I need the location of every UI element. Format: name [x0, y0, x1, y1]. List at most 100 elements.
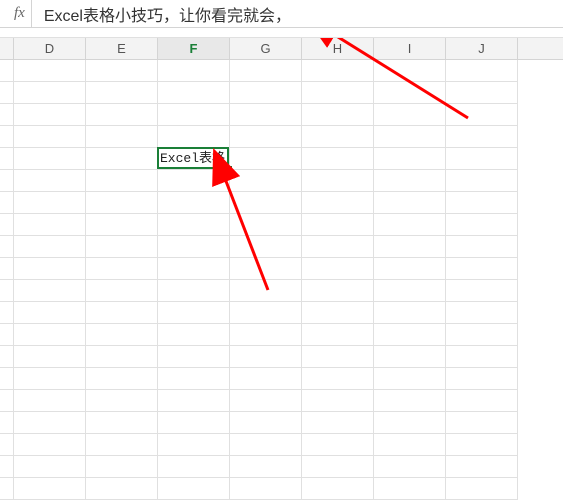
cell[interactable] — [230, 104, 302, 126]
cell[interactable] — [158, 258, 230, 280]
cell[interactable] — [86, 236, 158, 258]
cell[interactable] — [230, 434, 302, 456]
cell[interactable] — [14, 324, 86, 346]
cell[interactable] — [374, 104, 446, 126]
cell[interactable] — [158, 368, 230, 390]
cell[interactable] — [446, 324, 518, 346]
cell[interactable] — [374, 126, 446, 148]
cell[interactable]: Excel表格 — [158, 148, 230, 170]
cell[interactable] — [86, 456, 158, 478]
cell[interactable] — [86, 214, 158, 236]
cell[interactable] — [230, 214, 302, 236]
cell[interactable] — [14, 280, 86, 302]
cell[interactable] — [86, 302, 158, 324]
cell[interactable] — [86, 478, 158, 500]
cell[interactable] — [14, 390, 86, 412]
cell[interactable] — [230, 82, 302, 104]
cell[interactable] — [14, 412, 86, 434]
cell[interactable] — [374, 192, 446, 214]
cell[interactable] — [230, 280, 302, 302]
cell[interactable] — [158, 412, 230, 434]
cell[interactable] — [302, 60, 374, 82]
cell[interactable] — [158, 280, 230, 302]
cell[interactable] — [14, 478, 86, 500]
cell[interactable] — [230, 412, 302, 434]
cell[interactable] — [302, 412, 374, 434]
cell[interactable] — [230, 478, 302, 500]
cell[interactable] — [86, 390, 158, 412]
cell[interactable] — [374, 214, 446, 236]
row-head-stub[interactable] — [0, 126, 14, 148]
cell[interactable] — [302, 104, 374, 126]
cell[interactable] — [14, 236, 86, 258]
row-head-stub[interactable] — [0, 456, 14, 478]
cell[interactable] — [446, 412, 518, 434]
cell[interactable] — [230, 148, 302, 170]
cell[interactable] — [374, 236, 446, 258]
cell[interactable] — [158, 346, 230, 368]
cell[interactable] — [14, 214, 86, 236]
cell[interactable] — [374, 302, 446, 324]
cell[interactable] — [302, 214, 374, 236]
cell[interactable] — [230, 236, 302, 258]
col-header-F[interactable]: F — [158, 38, 230, 59]
cell[interactable] — [86, 324, 158, 346]
cell[interactable] — [158, 434, 230, 456]
cell[interactable] — [446, 126, 518, 148]
cell[interactable] — [302, 456, 374, 478]
cell[interactable] — [446, 214, 518, 236]
cell[interactable] — [446, 456, 518, 478]
cell[interactable] — [158, 192, 230, 214]
cell[interactable] — [374, 368, 446, 390]
cell[interactable] — [446, 60, 518, 82]
cell[interactable] — [374, 324, 446, 346]
row-head-stub[interactable] — [0, 280, 14, 302]
cell[interactable] — [158, 126, 230, 148]
cell[interactable] — [302, 280, 374, 302]
cell[interactable] — [86, 346, 158, 368]
cell[interactable] — [374, 390, 446, 412]
cell[interactable] — [374, 346, 446, 368]
row-head-stub[interactable] — [0, 390, 14, 412]
cell[interactable] — [14, 192, 86, 214]
cell[interactable] — [158, 302, 230, 324]
cell[interactable] — [374, 434, 446, 456]
formula-input[interactable] — [32, 0, 563, 27]
cell[interactable] — [374, 412, 446, 434]
cell[interactable] — [158, 170, 230, 192]
cell[interactable] — [86, 148, 158, 170]
cell[interactable] — [158, 236, 230, 258]
cell[interactable] — [14, 170, 86, 192]
cell[interactable] — [302, 346, 374, 368]
cell[interactable] — [86, 60, 158, 82]
col-header-G[interactable]: G — [230, 38, 302, 59]
row-head-stub[interactable] — [0, 434, 14, 456]
cell[interactable] — [230, 258, 302, 280]
cell[interactable] — [86, 170, 158, 192]
cell[interactable] — [302, 478, 374, 500]
cell[interactable] — [446, 346, 518, 368]
cell[interactable] — [446, 368, 518, 390]
cell[interactable] — [374, 456, 446, 478]
cell[interactable] — [446, 236, 518, 258]
cell-grid[interactable]: Excel表格 — [0, 60, 563, 500]
cell[interactable] — [14, 302, 86, 324]
cell[interactable] — [374, 82, 446, 104]
cell[interactable] — [14, 258, 86, 280]
row-head-stub[interactable] — [0, 478, 14, 500]
row-head-stub[interactable] — [0, 368, 14, 390]
cell[interactable] — [374, 170, 446, 192]
cell[interactable] — [230, 302, 302, 324]
cell[interactable] — [230, 126, 302, 148]
row-head-stub[interactable] — [0, 236, 14, 258]
cell[interactable] — [446, 82, 518, 104]
row-head-stub[interactable] — [0, 214, 14, 236]
cell[interactable] — [158, 214, 230, 236]
cell[interactable] — [302, 170, 374, 192]
cell[interactable] — [446, 104, 518, 126]
cell[interactable] — [446, 148, 518, 170]
cell[interactable] — [446, 170, 518, 192]
cell[interactable] — [158, 390, 230, 412]
cell[interactable] — [302, 192, 374, 214]
cell[interactable] — [374, 60, 446, 82]
